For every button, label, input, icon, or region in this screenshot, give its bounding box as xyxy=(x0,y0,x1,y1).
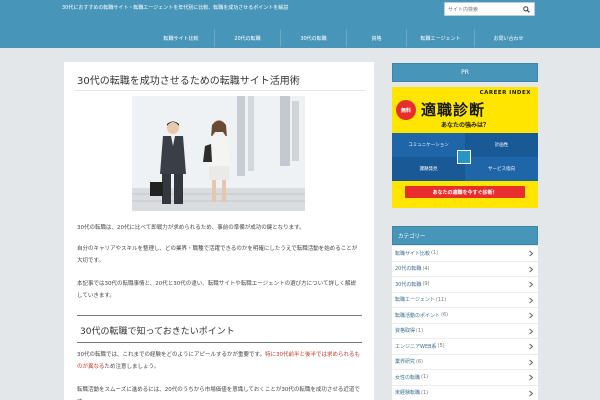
category-item[interactable]: 女性の転職 (1) xyxy=(392,370,538,386)
category-label: 30代の転職 xyxy=(395,281,422,288)
chevron-right-icon xyxy=(529,281,534,288)
ad-cta-button[interactable]: あなたの適職を今すぐ診断！ xyxy=(405,186,525,198)
paragraph-5: 転職活動をスムーズに進めるには、20代のうちから市場価値を意識しておくことが30… xyxy=(77,387,360,400)
category-label: 転職エージェント xyxy=(395,297,435,304)
ad-center-icon xyxy=(457,150,471,164)
category-count: (6) xyxy=(416,358,424,365)
ad-trait-4: サービス指向 xyxy=(465,157,538,181)
category-item[interactable]: 資格取得 (1) xyxy=(392,324,538,339)
category-item[interactable]: 未経験転職 (1) xyxy=(392,386,538,400)
chevron-right-icon xyxy=(529,359,534,365)
categories-header: カテゴリー xyxy=(392,226,538,245)
category-count: (11) xyxy=(435,296,447,303)
category-label: 女性の転職 xyxy=(395,374,421,381)
category-item[interactable]: 転職エージェント (11) xyxy=(392,293,538,308)
ad-brand: CAREER INDEX xyxy=(479,90,531,96)
paragraph-4-tail: ため注意しましょう。 xyxy=(104,364,160,370)
category-item[interactable]: 転職活動のポイント (6) xyxy=(392,308,538,324)
paragraph-2: 自分のキャリアやスキルを整理し、どの業界・職種で活躍できるのかを明確にしたうえで… xyxy=(77,246,358,264)
ad-headline: 適職診断 xyxy=(421,101,486,119)
chevron-right-icon xyxy=(529,328,534,334)
category-count: (1) xyxy=(421,389,429,396)
category-count: (1) xyxy=(431,250,439,257)
title-divider xyxy=(75,90,365,91)
section-heading-box: 30代の転職で知っておきたいポイント xyxy=(77,315,362,343)
category-item[interactable]: 業界研究 (6) xyxy=(392,355,538,370)
search-icon[interactable] xyxy=(523,6,530,13)
chevron-right-icon xyxy=(529,343,534,350)
category-list: 転職サイト比較 (1) 20代の転職 (4) 30代の転職 (9) 転職エージェント(… xyxy=(392,246,538,400)
category-label: 資格取得 xyxy=(395,328,416,335)
hero-image xyxy=(132,96,305,211)
main-content: 30代の転職を成功させるための転職サイト活用術 30代の転職は、20代に比べて即… xyxy=(64,62,374,400)
category-label: 転職サイト比較 xyxy=(395,250,431,257)
ad-subheadline: あなたの強みは？ xyxy=(440,122,489,129)
chevron-right-icon xyxy=(529,374,534,381)
category-count: (6) xyxy=(441,312,449,319)
category-item[interactable]: 20代の転職 (4) xyxy=(392,262,538,277)
ad-trait-3: 課題発見 xyxy=(392,157,465,181)
category-count: (4) xyxy=(422,265,430,272)
business-people-illustration xyxy=(132,96,305,211)
category-label: 未経験転職 xyxy=(395,390,421,397)
chevron-right-icon xyxy=(529,390,534,396)
nav-item-20s[interactable]: 20代の転職 xyxy=(214,29,280,47)
nav-item-contact[interactable]: お問い合わせ xyxy=(474,29,542,47)
category-count: (9) xyxy=(422,281,430,288)
search-input[interactable] xyxy=(448,5,518,14)
article-title: 30代の転職を成功させるための転職サイト活用術 xyxy=(77,76,300,87)
pr-label-bar: PR xyxy=(392,63,538,82)
category-label: 業界研究 xyxy=(395,359,416,366)
paragraph-1: 30代の転職は、20代に比べて即戦力が求められるため、事前の準備が成功の鍵となり… xyxy=(77,225,305,231)
career-index-ad-banner[interactable]: CAREER INDEX 無料 適職診断 あなたの強みは？ コミュニケーション … xyxy=(392,87,538,208)
category-item[interactable]: エンジニアWEB系 (5) xyxy=(392,339,538,355)
section-title: 30代の転職で知っておきたいポイント xyxy=(80,327,235,337)
chevron-right-icon xyxy=(529,312,534,319)
global-nav: 転職サイト比較 20代の転職 30代の転職 資格 転職エージェント お問い合わせ xyxy=(148,29,542,47)
ad-trait-grid: コミュニケーション 計画性 課題発見 サービス指向 xyxy=(392,133,538,181)
nav-item-qualification[interactable]: 資格 xyxy=(346,29,406,47)
site-description: 30代におすすめの転職サイト・転職エージェントを年代別に比較、転職を成功させるポ… xyxy=(62,5,289,11)
category-label: 20代の転職 xyxy=(395,266,422,273)
paragraph-3: 本記事では30代の転職事情と、20代と30代の違い、転職サイトや転職エージェント… xyxy=(77,281,357,299)
ad-trait-2: 計画性 xyxy=(465,133,538,157)
ad-brand-bar: CAREER INDEX xyxy=(392,87,538,99)
ad-free-badge: 無料 xyxy=(396,100,416,120)
chevron-right-icon xyxy=(529,250,534,257)
category-label: エンジニアWEB系 xyxy=(395,343,437,350)
category-count: (1) xyxy=(416,327,424,334)
search-box[interactable] xyxy=(444,2,535,16)
category-count: (5) xyxy=(437,343,445,350)
ad-trait-1: コミュニケーション xyxy=(392,133,465,157)
nav-item-30s[interactable]: 30代の転職 xyxy=(280,29,346,47)
category-count: (1) xyxy=(421,374,429,381)
nav-item-comparison[interactable]: 転職サイト比較 xyxy=(148,29,214,47)
nav-item-agent[interactable]: 転職エージェント xyxy=(406,29,474,47)
chevron-right-icon xyxy=(529,266,534,272)
category-label: 転職活動のポイント xyxy=(395,312,441,319)
category-item[interactable]: 30代の転職 (9) xyxy=(392,277,538,293)
paragraph-4: 30代の転職では、これまでの経験をどのようにアピールするかが重要です。特に30代… xyxy=(77,349,360,373)
chevron-right-icon xyxy=(529,297,534,303)
paragraph-4-lead: 30代の転職では、これまでの経験をどのようにアピールするかが重要です。 xyxy=(77,352,265,358)
site-header: 30代におすすめの転職サイト・転職エージェントを年代別に比較、転職を成功させるポ… xyxy=(0,0,600,48)
category-item[interactable]: 転職サイト比較 (1) xyxy=(392,246,538,262)
